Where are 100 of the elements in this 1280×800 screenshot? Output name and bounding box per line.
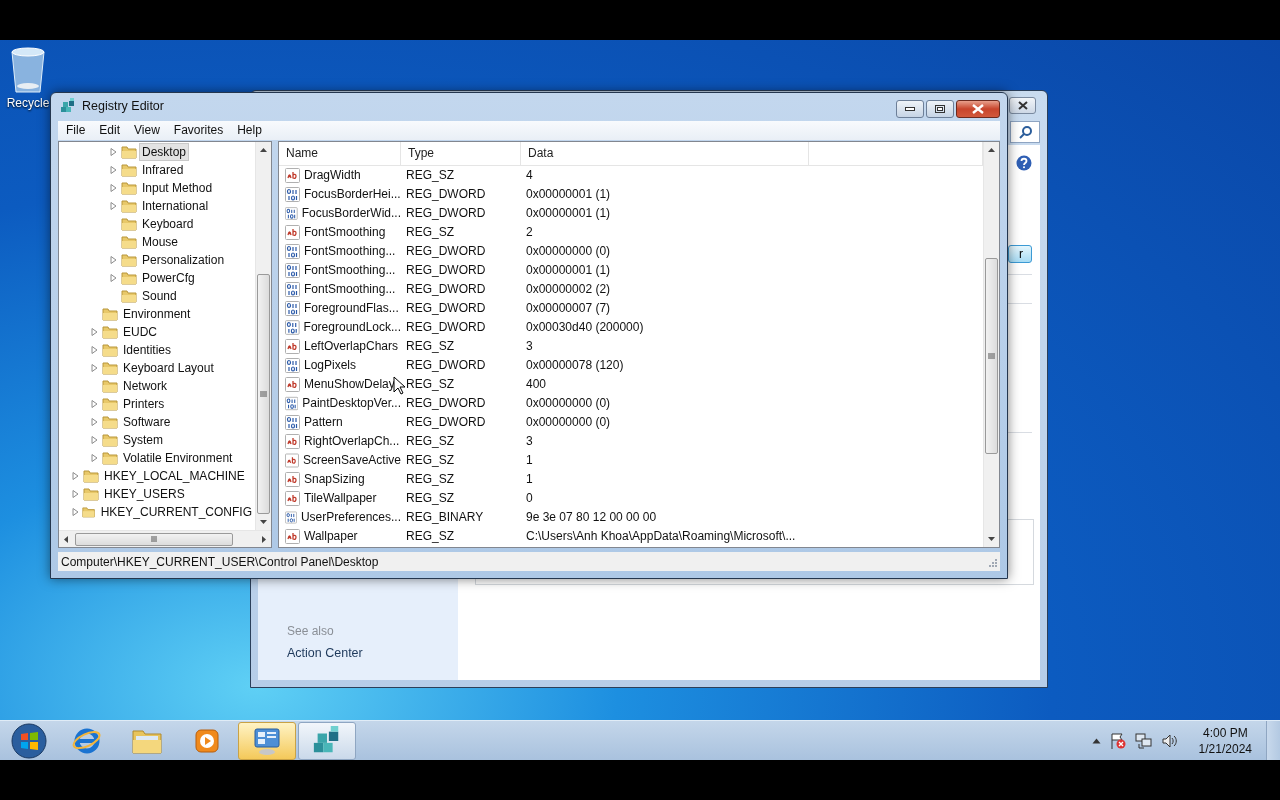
folder-icon [102,450,118,465]
expand-arrow-icon[interactable] [90,452,99,463]
show-hidden-icons[interactable] [1091,737,1101,744]
value-name[interactable]: FontSmoothing... [302,263,396,278]
folder-icon [121,252,137,267]
taskbar-app[interactable] [298,721,356,760]
value-name[interactable]: MenuShowDelay [302,377,395,392]
expand-arrow-icon[interactable] [90,362,99,373]
tree-item[interactable]: Mouse [139,232,182,251]
tree-item[interactable]: Personalization [139,250,228,269]
string-value-icon [285,471,300,487]
value-name[interactable]: UserPreferences... [298,510,401,525]
expand-arrow-icon[interactable] [90,326,99,337]
menu-item[interactable]: Help [230,123,269,138]
column-header[interactable]: Type [401,141,521,165]
value-name[interactable]: ForegroundLock... [301,320,401,335]
value-name[interactable]: Pattern [302,415,343,430]
value-name[interactable]: DragWidth [302,168,361,183]
expand-arrow-icon[interactable] [71,488,80,499]
expand-arrow-icon[interactable] [109,272,118,283]
menu-item[interactable]: View [127,123,167,138]
tree-item[interactable]: Keyboard Layout [120,358,217,377]
scroll-left-icon[interactable] [63,534,69,544]
expand-arrow-icon[interactable] [109,146,118,157]
tree-item[interactable]: Keyboard [139,214,197,233]
tree-item[interactable]: Volatile Environment [120,448,236,467]
tree-item[interactable]: HKEY_CURRENT_CONFIG [97,502,255,521]
value-name[interactable]: ForegroundFlas... [302,301,399,316]
value-name[interactable]: PaintDesktopVer... [300,396,401,411]
string-value-icon [285,528,300,544]
tree-item[interactable]: Desktop [139,142,190,161]
value-name[interactable]: FocusBorderHei... [302,187,401,202]
tree-item[interactable]: Input Method [139,178,216,197]
value-name[interactable]: RightOverlapCh... [302,434,400,449]
scrollbar[interactable] [983,141,999,548]
value-name[interactable]: Wallpaper [302,529,358,544]
value-type: REG_SZ [405,434,455,449]
value-name[interactable]: LogPixels [302,358,357,373]
show-desktop-button[interactable] [1266,720,1280,761]
value-name[interactable]: FontSmoothing... [302,282,396,297]
column-header[interactable]: Name [279,141,401,165]
tree-item[interactable]: Infrared [139,160,187,179]
scrollbar[interactable] [255,141,271,531]
value-name[interactable]: SnapSizing [302,472,365,487]
binary-value-icon [285,357,300,373]
taskbar-app[interactable] [238,721,296,760]
tree-item[interactable]: HKEY_USERS [101,484,188,503]
tree-item[interactable]: Printers [120,394,168,413]
network-icon[interactable] [1134,731,1153,750]
tree-item[interactable]: HKEY_LOCAL_MACHINE [101,466,248,485]
expand-arrow-icon[interactable] [109,164,118,175]
expand-arrow-icon[interactable] [90,344,99,355]
value-data: 0x00000078 (120) [525,358,625,373]
menu-item[interactable]: Edit [92,123,128,138]
side-link[interactable]: Action Center [287,646,458,660]
value-name[interactable]: TileWallpaper [302,491,377,506]
tree-item[interactable]: Network [120,376,170,395]
value-name[interactable]: LeftOverlapChars [302,339,399,354]
value-name[interactable]: ScreenSaveActive [300,453,401,468]
value-name[interactable]: FontSmoothing [302,225,386,240]
menu-item[interactable]: Favorites [166,123,231,138]
expand-arrow-icon[interactable] [109,200,118,211]
value-name[interactable]: FontSmoothing... [302,244,396,259]
close-button[interactable] [956,100,1000,118]
folder-icon [83,486,99,501]
tree-item[interactable]: Environment [120,304,194,323]
close-button[interactable] [1009,96,1036,114]
value-name[interactable]: FocusBorderWid... [299,206,401,221]
expand-arrow-icon[interactable] [71,470,80,481]
menu-item[interactable]: File [59,123,93,138]
tree-item[interactable]: PowerCfg [139,268,198,287]
expand-arrow-icon[interactable] [90,434,99,445]
search-icon [1019,125,1033,139]
action-button[interactable]: r [1008,245,1032,263]
recycle-bin-icon[interactable] [9,46,47,94]
tree-item[interactable]: Sound [139,286,180,305]
tree-item[interactable]: Software [120,412,174,431]
scroll-right-icon[interactable] [261,534,267,544]
binary-value-icon [285,395,299,411]
value-data: 0x00000001 (1) [525,187,612,202]
flag-icon[interactable] [1108,731,1127,750]
maximize-button[interactable] [926,100,954,118]
search-field[interactable] [1010,121,1040,143]
tree-item[interactable]: International [139,196,212,215]
resize-grip-icon[interactable] [987,556,997,567]
help-icon[interactable] [1016,155,1032,171]
column-header[interactable]: Data [521,141,809,165]
expand-arrow-icon[interactable] [90,416,99,427]
tree-item[interactable]: Identities [120,340,175,359]
expand-arrow-icon[interactable] [90,398,99,409]
expand-arrow-icon[interactable] [109,254,118,265]
cubes-icon [60,98,76,115]
value-data: 3 [525,339,534,354]
tree-item[interactable]: System [120,430,166,449]
scrollbar[interactable] [59,530,271,548]
minimize-button[interactable] [896,100,924,118]
expand-arrow-icon[interactable] [71,506,80,517]
expand-arrow-icon[interactable] [109,182,118,193]
tree-item[interactable]: EUDC [120,322,160,341]
value-data: 0x00000001 (1) [525,263,612,278]
